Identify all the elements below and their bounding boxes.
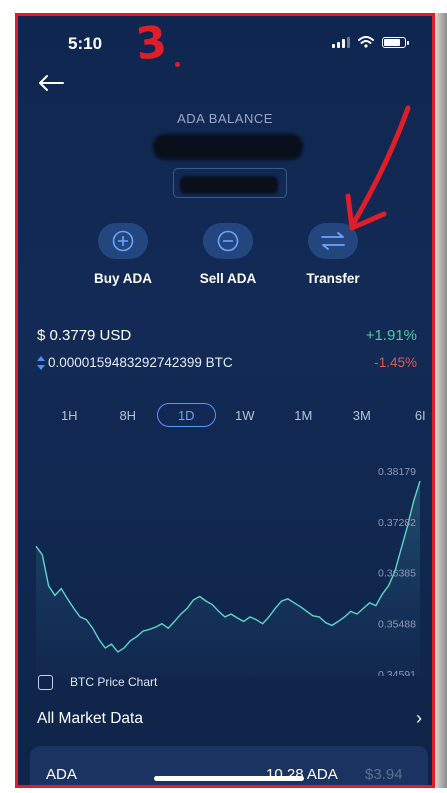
y-tick-label: 0.35488: [378, 618, 416, 630]
range-tab[interactable]: 3M: [333, 403, 392, 427]
device-edge: [435, 13, 447, 788]
btc-chart-label: BTC Price Chart: [70, 675, 158, 689]
holding-name: ADA: [46, 766, 77, 783]
status-time: 5:10: [68, 34, 103, 53]
holding-value: $3.94: [365, 766, 403, 783]
home-indicator[interactable]: [154, 776, 304, 781]
btc-chart-checkbox[interactable]: [38, 675, 53, 690]
price-usd-change: +1.91%: [365, 327, 417, 344]
range-tab[interactable]: 8H: [99, 403, 158, 427]
price-btc: 0.0000159483292742399 BTC: [48, 355, 233, 370]
minus-circle-icon: [203, 223, 253, 259]
price-usd: $ 0.3779 USD: [37, 327, 132, 344]
price-btc-change: -1.45%: [374, 355, 417, 370]
buy-ada-button[interactable]: Buy ADA: [78, 223, 168, 286]
all-market-data-label: All Market Data: [37, 709, 143, 727]
sell-ada-button[interactable]: Sell ADA: [183, 223, 273, 286]
wifi-icon: [358, 36, 374, 48]
action-buttons: Buy ADA Sell ADA Transfer: [78, 223, 378, 286]
status-icons: [332, 36, 409, 48]
swap-sort-icon[interactable]: [36, 355, 46, 371]
arrow-left-icon[interactable]: [36, 71, 66, 95]
battery-icon: [382, 36, 409, 48]
plus-circle-icon: [98, 223, 148, 259]
y-tick-label: 0.37282: [378, 517, 416, 529]
price-chart[interactable]: 0.38179 0.37282 0.36385 0.35488 0.34591: [18, 446, 435, 676]
range-tab[interactable]: 1M: [274, 403, 333, 427]
y-tick-label: 0.36385: [378, 568, 416, 580]
transfer-label: Transfer: [306, 271, 360, 286]
page-margin: [0, 0, 15, 793]
y-tick-label: 0.34591: [378, 669, 416, 676]
buy-ada-label: Buy ADA: [93, 271, 152, 286]
range-tab[interactable]: 1W: [216, 403, 275, 427]
phone-screen: 5:10 3 ADA BALANCE Buy ADA Sell ADA Tran…: [15, 13, 435, 788]
all-market-data-row[interactable]: All Market Data ›: [37, 708, 422, 729]
cellular-signal-icon: [332, 36, 350, 48]
range-tab[interactable]: 1H: [40, 403, 99, 427]
range-tab-selected[interactable]: 1D: [157, 403, 216, 427]
redacted-balance: [153, 134, 303, 160]
y-tick-label: 0.38179: [378, 466, 416, 478]
annotation-dot: [175, 62, 180, 67]
sell-ada-label: Sell ADA: [199, 271, 257, 286]
range-tab[interactable]: 6I: [391, 403, 432, 427]
ada-holding-row[interactable]: ADA 10.28 ADA $3.94: [30, 746, 428, 785]
annotation-arrow-icon: [345, 105, 411, 231]
annotation-number: 3: [133, 16, 170, 71]
chevron-right-icon: ›: [416, 708, 422, 728]
redacted-usd-balance: [180, 176, 278, 194]
time-range-selector: 1H 8H 1D 1W 1M 3M 6I: [40, 403, 432, 427]
chart-area: [36, 481, 420, 676]
